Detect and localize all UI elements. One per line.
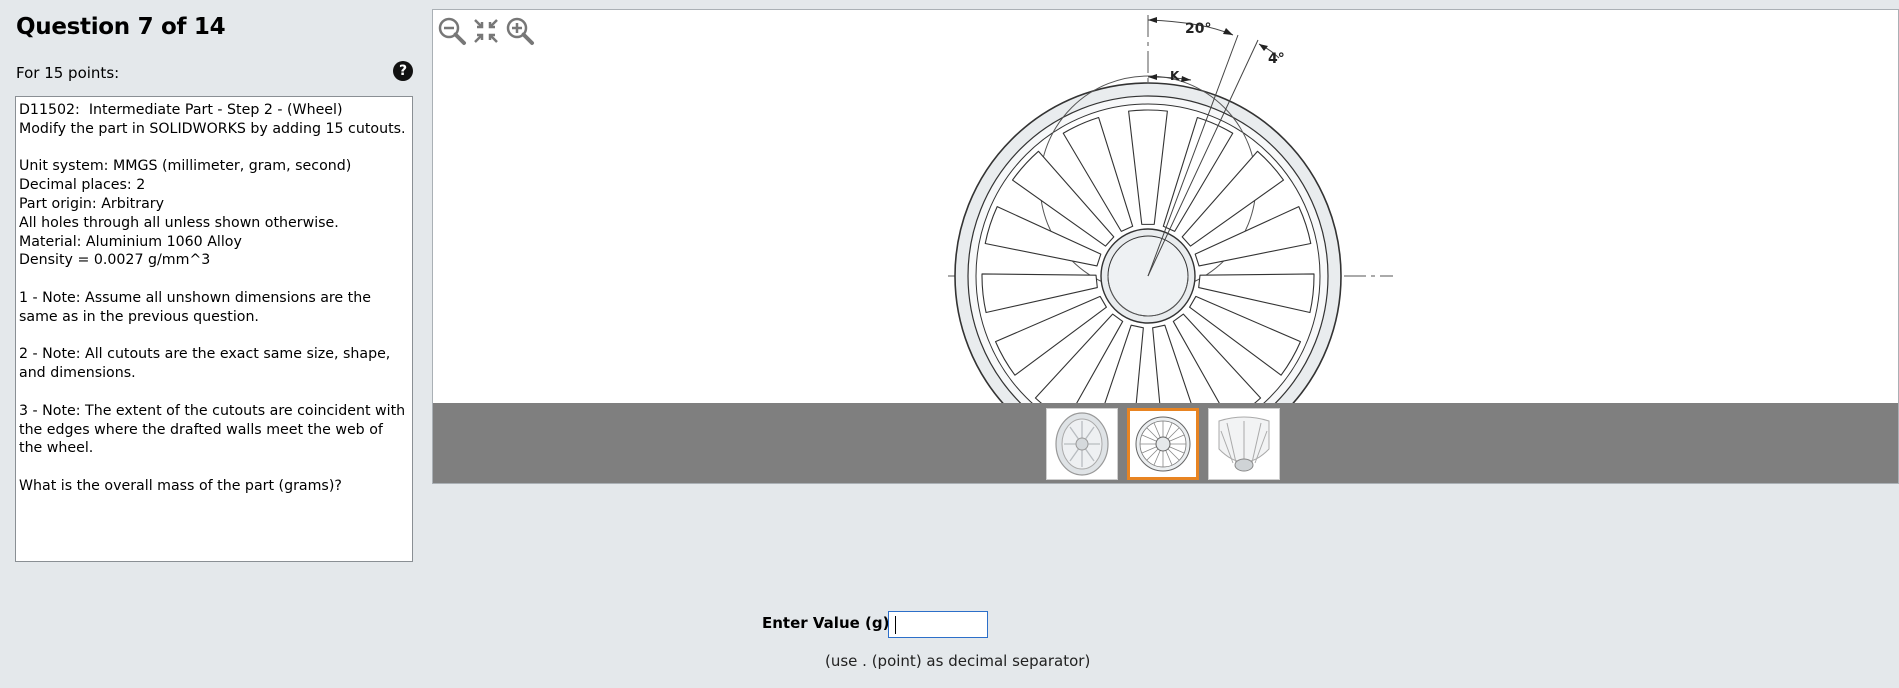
thumbnail-3[interactable] — [1208, 408, 1280, 480]
answer-label: Enter Value (g): — [762, 614, 896, 632]
answer-input[interactable] — [888, 611, 988, 638]
wheel-drawing: 20° 4° K — [948, 15, 1393, 405]
image-viewer: 20° 4° K — [432, 9, 1899, 484]
angle-20-label: 20° — [1185, 21, 1211, 37]
points-label: For 15 points: — [16, 64, 120, 82]
question-circle-icon[interactable]: ? — [393, 61, 413, 81]
question-text: D11502: Intermediate Part - Step 2 - (Wh… — [15, 96, 413, 562]
angle-4-label: 4° — [1268, 51, 1285, 67]
thumbnail-1[interactable] — [1046, 408, 1118, 480]
thumbnail-2[interactable] — [1127, 408, 1199, 480]
thumbnail-strip — [433, 403, 1898, 483]
k-label: K — [1170, 69, 1180, 83]
question-title: Question 7 of 14 — [16, 14, 226, 40]
decimal-hint: (use . (point) as decimal separator) — [825, 652, 1091, 670]
text-caret — [895, 616, 896, 634]
